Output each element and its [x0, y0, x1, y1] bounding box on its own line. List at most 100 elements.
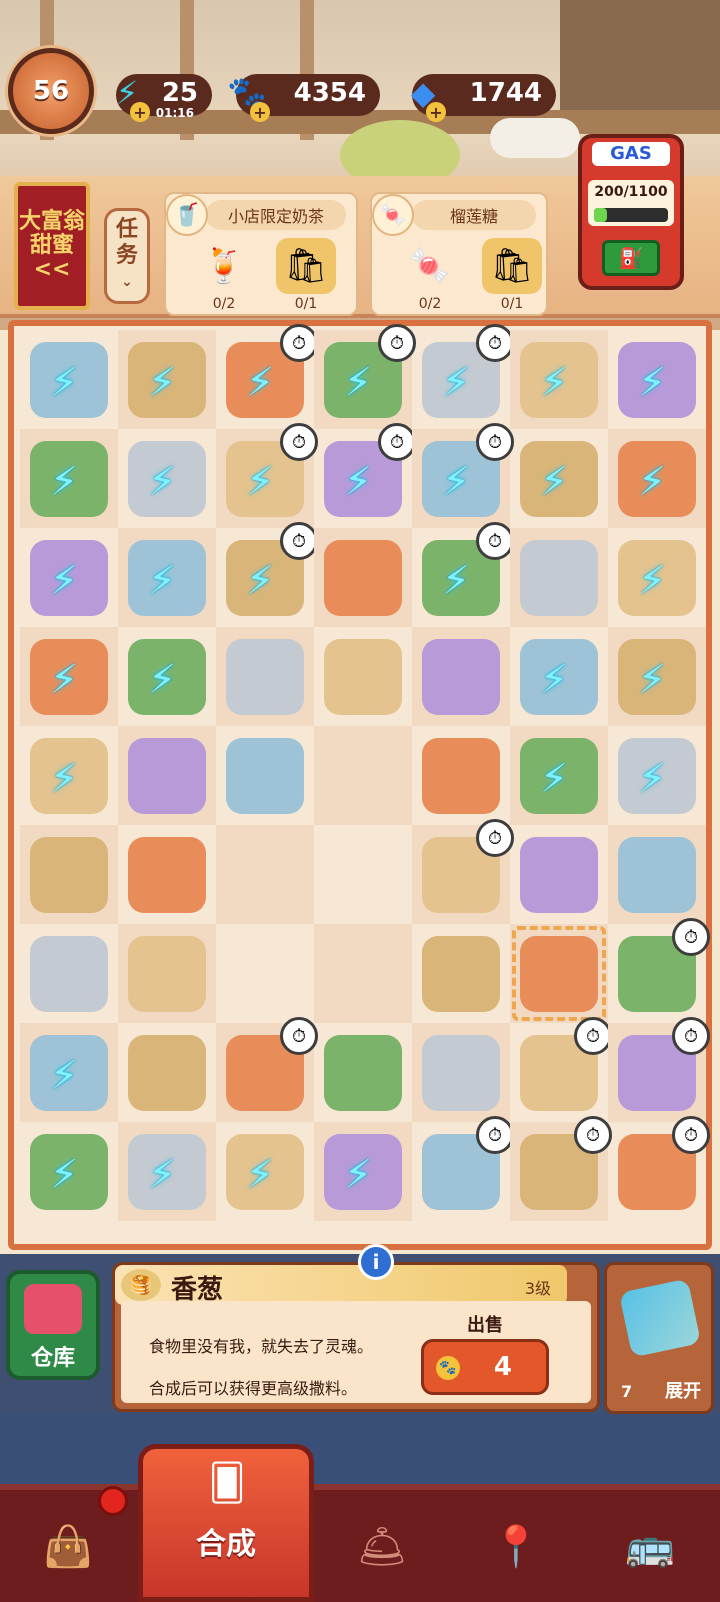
expand-button[interactable]: 7 展开: [604, 1262, 714, 1414]
gem-counter[interactable]: ◆ + 1744: [411, 74, 556, 122]
board-cell[interactable]: [118, 726, 216, 825]
add-gem-button[interactable]: +: [426, 102, 446, 122]
board-cell[interactable]: [20, 924, 118, 1023]
order-item[interactable]: 🍹 0/2: [190, 238, 258, 312]
board-cell[interactable]: [412, 1023, 510, 1122]
bus-icon[interactable]: 🚌: [610, 1506, 690, 1586]
board-cell[interactable]: ⚡ ⏱: [216, 324, 318, 429]
board-item[interactable]: [128, 936, 206, 1012]
order-item[interactable]: 🍬 0/2: [396, 238, 464, 312]
board-cell[interactable]: [412, 924, 510, 1023]
board-cell[interactable]: ⏱: [510, 1017, 612, 1122]
board-cell[interactable]: [216, 726, 314, 825]
board-cell[interactable]: ⏱: [510, 1116, 612, 1221]
board-item[interactable]: [422, 639, 500, 715]
board-cell[interactable]: ⚡: [608, 330, 706, 429]
board-item[interactable]: [520, 837, 598, 913]
gas-can-icon[interactable]: ⛽: [602, 240, 660, 276]
order-item[interactable]: 🛍 0/1: [478, 238, 546, 312]
board-cell[interactable]: ⚡ ⏱: [412, 423, 514, 528]
board-cell[interactable]: ⚡: [608, 429, 706, 528]
board-cell[interactable]: ⚡: [510, 330, 608, 429]
board-cell[interactable]: ⚡: [20, 429, 118, 528]
board-cell[interactable]: ⚡: [608, 528, 706, 627]
board-cell[interactable]: ⚡ ⏱: [412, 522, 514, 627]
board-cell[interactable]: ⚡: [118, 429, 216, 528]
board-item[interactable]: [422, 1035, 500, 1111]
board-cell[interactable]: ⚡: [20, 1122, 118, 1221]
board-cell[interactable]: [118, 825, 216, 924]
board-cell[interactable]: ⚡: [20, 528, 118, 627]
board-cell[interactable]: [118, 924, 216, 1023]
board-item[interactable]: [30, 936, 108, 1012]
board-cell[interactable]: ⏱: [412, 819, 514, 924]
coin-counter[interactable]: 🐾 + 4354: [227, 74, 380, 122]
board-cell[interactable]: ⚡ ⏱: [412, 324, 514, 429]
sweet-monopoly-event-banner[interactable]: 大富翁 甜蜜 <<: [14, 182, 90, 310]
order-card[interactable]: 小店限定奶茶 🥤 🍹 0/2 🛍 0/1: [164, 192, 358, 316]
board-cell[interactable]: ⚡ ⏱: [216, 522, 318, 627]
board-cell[interactable]: ⚡: [216, 1122, 314, 1221]
shop-bag-icon[interactable]: 👜: [28, 1506, 108, 1586]
board-cell[interactable]: [118, 1023, 216, 1122]
board-cell[interactable]: ⚡: [20, 627, 118, 726]
board-cell[interactable]: ⏱: [608, 1017, 710, 1122]
board-item[interactable]: [226, 639, 304, 715]
board-cell[interactable]: [510, 825, 608, 924]
board-cell[interactable]: ⚡ ⏱: [216, 423, 318, 528]
map-pin-icon[interactable]: 📍: [476, 1506, 556, 1586]
board-cell[interactable]: ⚡: [608, 627, 706, 726]
board-cell[interactable]: ⚡: [20, 726, 118, 825]
board-cell[interactable]: ⚡: [20, 330, 118, 429]
board-cell[interactable]: ⚡ ⏱: [314, 423, 416, 528]
board-cell[interactable]: ⚡: [118, 627, 216, 726]
add-coin-button[interactable]: +: [250, 102, 270, 122]
board-cell[interactable]: ⚡: [20, 1023, 118, 1122]
gas-pump[interactable]: GAS 200/1100 ⛽: [578, 134, 684, 290]
board-cell[interactable]: ⏱: [216, 1017, 318, 1122]
board-cell[interactable]: ⏱: [608, 1116, 710, 1221]
board-cell[interactable]: [314, 1023, 412, 1122]
board-item[interactable]: [128, 1035, 206, 1111]
sell-button[interactable]: 🐾 4: [421, 1339, 549, 1395]
board-cell[interactable]: [314, 627, 412, 726]
board-cell[interactable]: ⚡: [118, 1122, 216, 1221]
tab-merge[interactable]: 🂠 合成: [138, 1444, 314, 1602]
board-cell[interactable]: ⏱: [608, 918, 710, 1023]
board-cell[interactable]: [20, 825, 118, 924]
board-cell[interactable]: ⚡: [314, 1122, 412, 1221]
board-cell[interactable]: [412, 726, 510, 825]
cloche-icon[interactable]: 🛎: [342, 1506, 422, 1586]
board-cell[interactable]: ⏱: [412, 1116, 514, 1221]
board-cell[interactable]: ⚡: [510, 627, 608, 726]
board-cell[interactable]: [510, 924, 608, 1023]
board-cell[interactable]: [608, 825, 706, 924]
board-item[interactable]: [618, 837, 696, 913]
board-item[interactable]: [128, 837, 206, 913]
board-cell[interactable]: ⚡: [510, 429, 608, 528]
board-cell[interactable]: [412, 627, 510, 726]
energy-counter[interactable]: ⚡ + 25 01:16: [116, 74, 212, 122]
board-cell[interactable]: [510, 528, 608, 627]
board-item[interactable]: [422, 936, 500, 1012]
order-item[interactable]: 🛍 0/1: [272, 238, 340, 312]
board-cell[interactable]: ⚡ ⏱: [314, 324, 416, 429]
board-cell[interactable]: [314, 528, 412, 627]
board-item[interactable]: [128, 738, 206, 814]
board-item[interactable]: [324, 540, 402, 616]
board-cell[interactable]: ⚡: [118, 330, 216, 429]
board-item[interactable]: [226, 738, 304, 814]
board-cell[interactable]: ⚡: [510, 726, 608, 825]
board-cell[interactable]: [216, 627, 314, 726]
info-icon[interactable]: i: [358, 1244, 394, 1280]
add-energy-button[interactable]: +: [130, 102, 150, 122]
player-level-badge[interactable]: 56: [8, 48, 94, 134]
board-item[interactable]: [324, 1035, 402, 1111]
board-cell[interactable]: ⚡: [608, 726, 706, 825]
board-item[interactable]: [324, 639, 402, 715]
warehouse-button[interactable]: 仓库: [6, 1270, 100, 1380]
order-card[interactable]: 榴莲糖 🍬 🍬 0/2 🛍 0/1: [370, 192, 548, 316]
board-item[interactable]: [30, 837, 108, 913]
board-item[interactable]: [520, 540, 598, 616]
board-cell[interactable]: ⚡: [118, 528, 216, 627]
